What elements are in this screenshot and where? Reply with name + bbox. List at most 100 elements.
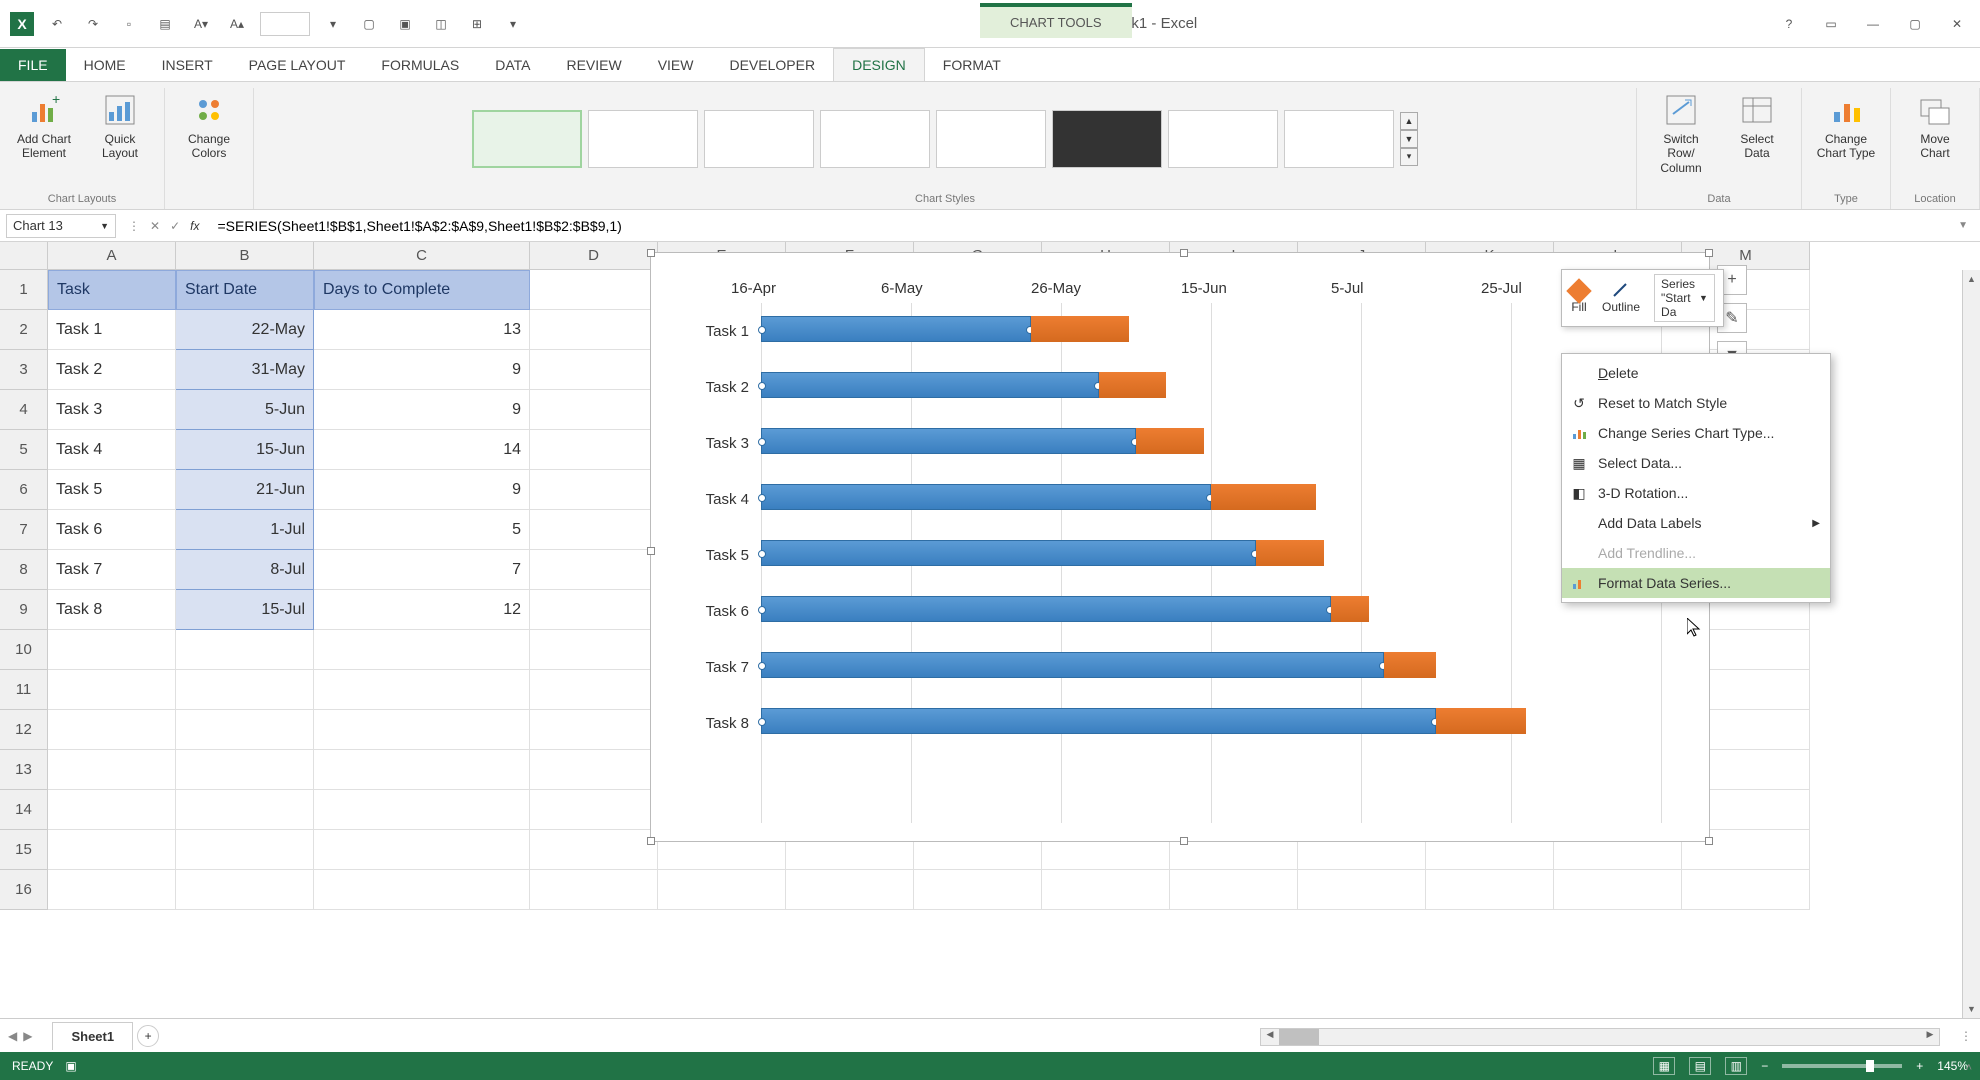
- row-header-12[interactable]: 12: [0, 710, 48, 750]
- tab-design[interactable]: DESIGN: [833, 48, 925, 81]
- bar-start-0[interactable]: [761, 316, 1031, 342]
- row-header-15[interactable]: 15: [0, 830, 48, 870]
- bar-duration-6[interactable]: [1384, 652, 1437, 678]
- bar-start-5[interactable]: [761, 596, 1331, 622]
- tab-view[interactable]: VIEW: [640, 49, 712, 81]
- cell-C7[interactable]: 5: [314, 510, 530, 550]
- row-header-13[interactable]: 13: [0, 750, 48, 790]
- cell-D1[interactable]: [530, 270, 658, 310]
- cell-E16[interactable]: [658, 870, 786, 910]
- style-gallery-down[interactable]: ▼: [1400, 130, 1418, 148]
- row-header-6[interactable]: 6: [0, 470, 48, 510]
- cell-B9[interactable]: 15-Jul: [176, 590, 314, 630]
- cell-C12[interactable]: [314, 710, 530, 750]
- cell-A11[interactable]: [48, 670, 176, 710]
- quick-layout-button[interactable]: Quick Layout: [86, 88, 154, 165]
- qat-customize-icon[interactable]: ▾: [500, 11, 526, 37]
- qat-tool4-icon[interactable]: ⊞: [464, 11, 490, 37]
- row-header-5[interactable]: 5: [0, 430, 48, 470]
- zoom-in-button[interactable]: +: [1916, 1059, 1923, 1073]
- mini-fill-button[interactable]: Fill: [1570, 282, 1588, 314]
- ribbon-options-icon[interactable]: ▭: [1818, 11, 1844, 37]
- bar-duration-7[interactable]: [1436, 708, 1526, 734]
- chart-style-2[interactable]: [588, 110, 698, 168]
- row-header-10[interactable]: 10: [0, 630, 48, 670]
- bar-duration-2[interactable]: [1136, 428, 1204, 454]
- cell-A13[interactable]: [48, 750, 176, 790]
- qat-dropdown-icon[interactable]: ▾: [320, 11, 346, 37]
- style-gallery-up[interactable]: ▲: [1400, 112, 1418, 130]
- cell-A14[interactable]: [48, 790, 176, 830]
- series-selector[interactable]: Series "Start Da▼: [1654, 274, 1715, 322]
- cell-C16[interactable]: [314, 870, 530, 910]
- bar-duration-3[interactable]: [1211, 484, 1316, 510]
- tab-file[interactable]: FILE: [0, 49, 66, 81]
- font-shrink-icon[interactable]: A▾: [188, 11, 214, 37]
- cancel-formula-icon[interactable]: ✕: [150, 219, 160, 233]
- row-header-14[interactable]: 14: [0, 790, 48, 830]
- qat-icon[interactable]: ▤: [152, 11, 178, 37]
- cell-C6[interactable]: 9: [314, 470, 530, 510]
- tab-page-layout[interactable]: PAGE LAYOUT: [231, 49, 364, 81]
- minimize-icon[interactable]: —: [1860, 11, 1886, 37]
- switch-row-column-button[interactable]: Switch Row/ Column: [1647, 88, 1715, 179]
- add-sheet-button[interactable]: +: [137, 1025, 159, 1047]
- cell-B3[interactable]: 31-May: [176, 350, 314, 390]
- select-data-button[interactable]: Select Data: [1723, 88, 1791, 165]
- row-header-3[interactable]: 3: [0, 350, 48, 390]
- vertical-scrollbar[interactable]: ▲ ▼: [1962, 270, 1980, 1018]
- tab-format[interactable]: FORMAT: [925, 49, 1019, 81]
- view-page-layout-icon[interactable]: ▤: [1689, 1057, 1711, 1075]
- row-header-1[interactable]: 1: [0, 270, 48, 310]
- cell-M16[interactable]: [1682, 870, 1810, 910]
- bar-duration-5[interactable]: [1331, 596, 1369, 622]
- chart-style-7[interactable]: [1168, 110, 1278, 168]
- cell-F16[interactable]: [786, 870, 914, 910]
- redo-button[interactable]: ↷: [80, 11, 106, 37]
- context-select-data[interactable]: ▦ Select Data...: [1562, 448, 1830, 478]
- col-header-D[interactable]: D: [530, 242, 658, 270]
- chart-style-6[interactable]: [1052, 110, 1162, 168]
- change-chart-type-button[interactable]: Change Chart Type: [1812, 88, 1880, 165]
- undo-button[interactable]: ↶: [44, 11, 70, 37]
- cell-C9[interactable]: 12: [314, 590, 530, 630]
- bar-start-4[interactable]: [761, 540, 1256, 566]
- cell-C8[interactable]: 7: [314, 550, 530, 590]
- chart-style-1[interactable]: [472, 110, 582, 168]
- context-3d-rotation[interactable]: ◧ 3-D Rotation...: [1562, 478, 1830, 508]
- cell-B7[interactable]: 1-Jul: [176, 510, 314, 550]
- qat-tool3-icon[interactable]: ◫: [428, 11, 454, 37]
- cell-C15[interactable]: [314, 830, 530, 870]
- col-header-C[interactable]: C: [314, 242, 530, 270]
- context-change-type[interactable]: Change Series Chart Type...: [1562, 418, 1830, 448]
- cell-I16[interactable]: [1170, 870, 1298, 910]
- style-gallery-more[interactable]: ▾: [1400, 148, 1418, 166]
- col-header-A[interactable]: A: [48, 242, 176, 270]
- cell-J16[interactable]: [1298, 870, 1426, 910]
- cell-B16[interactable]: [176, 870, 314, 910]
- row-header-11[interactable]: 11: [0, 670, 48, 710]
- qat-tool2-icon[interactable]: ▣: [392, 11, 418, 37]
- cell-C13[interactable]: [314, 750, 530, 790]
- cell-A8[interactable]: Task 7: [48, 550, 176, 590]
- context-reset[interactable]: ↺ Reset to Match Style: [1562, 388, 1830, 418]
- cell-D9[interactable]: [530, 590, 658, 630]
- cell-D7[interactable]: [530, 510, 658, 550]
- accept-formula-icon[interactable]: ✓: [170, 219, 180, 233]
- sheet-tab-sheet1[interactable]: Sheet1: [52, 1022, 133, 1050]
- cell-D13[interactable]: [530, 750, 658, 790]
- help-icon[interactable]: ?: [1776, 11, 1802, 37]
- cell-A5[interactable]: Task 4: [48, 430, 176, 470]
- tab-insert[interactable]: INSERT: [144, 49, 231, 81]
- cell-H16[interactable]: [1042, 870, 1170, 910]
- ribbon-collapse-icon[interactable]: ˄: [1966, 1062, 1972, 1074]
- cell-A9[interactable]: Task 8: [48, 590, 176, 630]
- qat-tool-icon[interactable]: ▢: [356, 11, 382, 37]
- cell-A6[interactable]: Task 5: [48, 470, 176, 510]
- row-header-7[interactable]: 7: [0, 510, 48, 550]
- cell-D5[interactable]: [530, 430, 658, 470]
- bar-start-3[interactable]: [761, 484, 1211, 510]
- cell-A3[interactable]: Task 2: [48, 350, 176, 390]
- close-icon[interactable]: ✕: [1944, 11, 1970, 37]
- move-chart-button[interactable]: Move Chart: [1901, 88, 1969, 165]
